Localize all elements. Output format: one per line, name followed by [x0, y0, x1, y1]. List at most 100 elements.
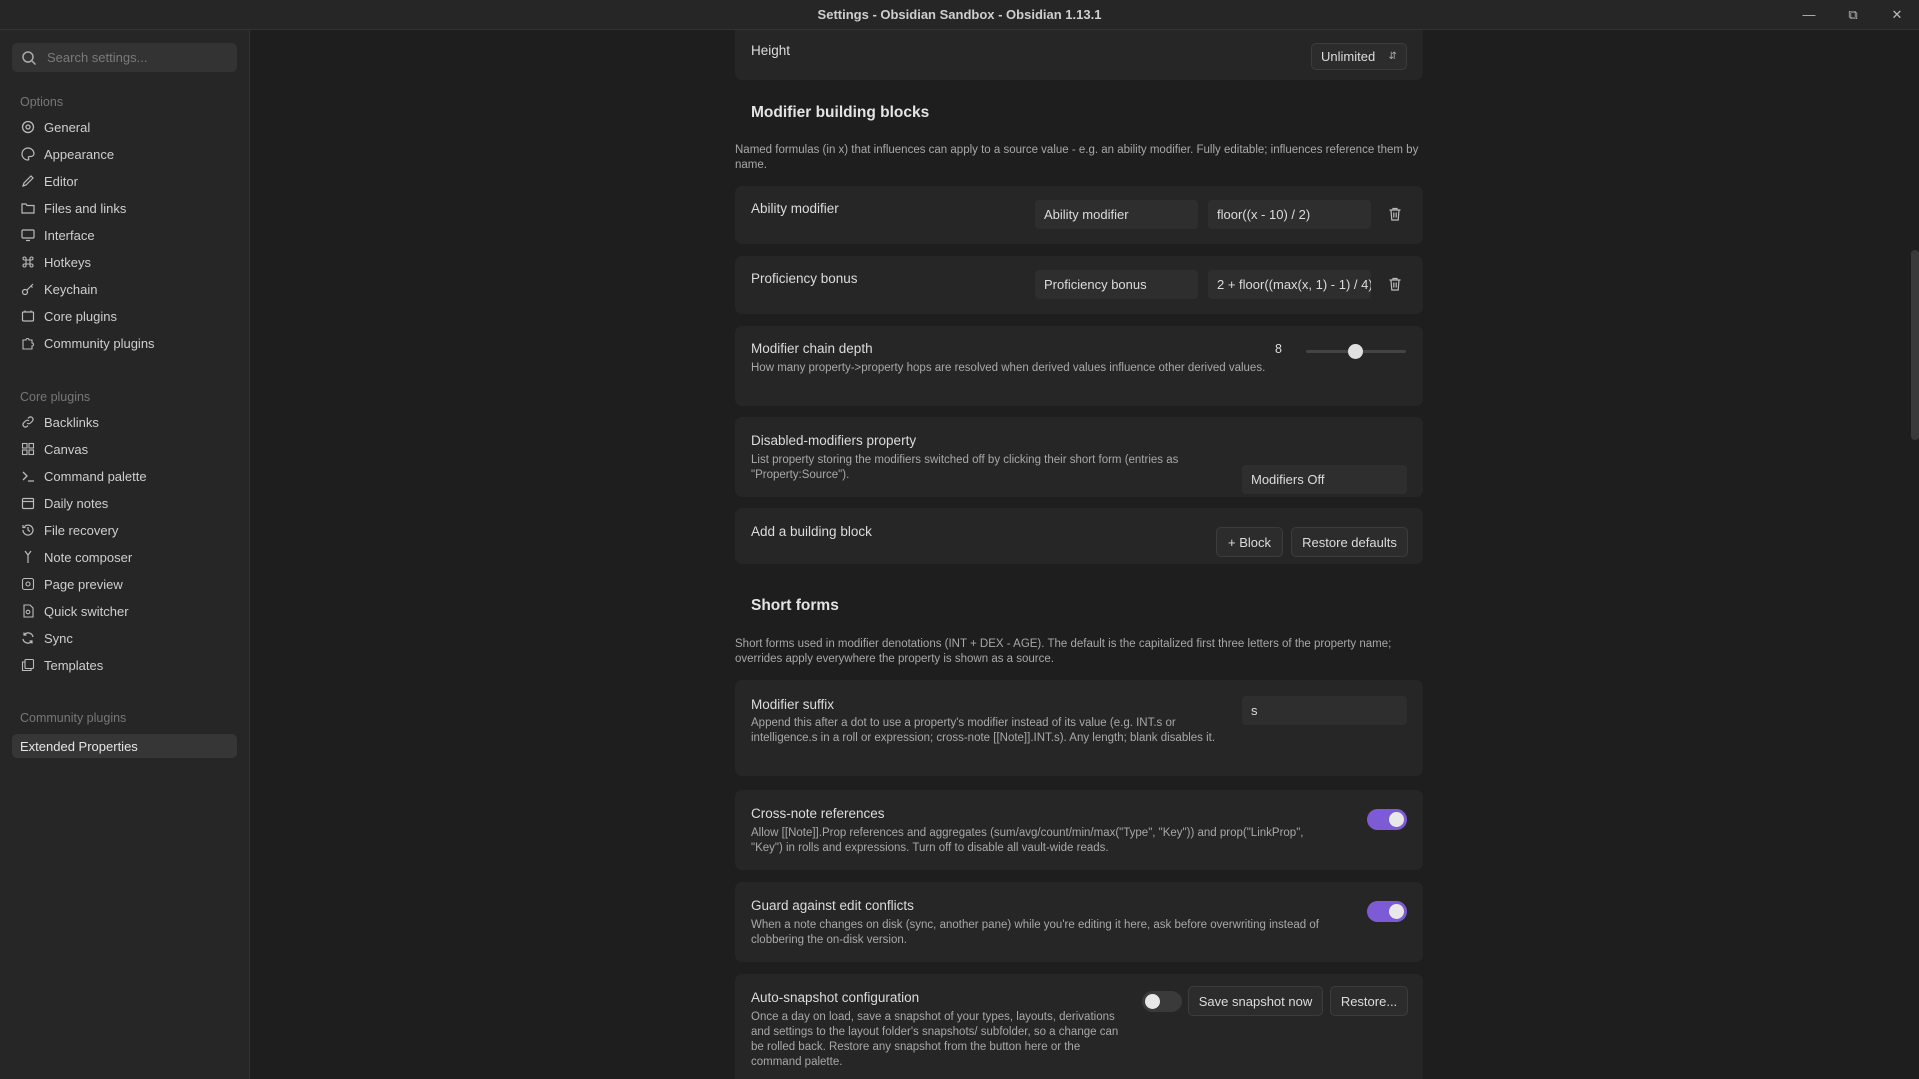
setting-name: Height: [751, 43, 791, 58]
trash-icon[interactable]: [1387, 276, 1403, 292]
sidebar-item-community-plugins[interactable]: Community plugins: [12, 331, 237, 355]
sidebar-item-label: File recovery: [44, 522, 119, 538]
options-group-title: Options: [20, 95, 64, 109]
scrollbar[interactable]: [1911, 250, 1919, 440]
sidebar-item-appearance[interactable]: Appearance: [12, 142, 237, 166]
sidebar-item-page-preview[interactable]: Page preview: [12, 572, 237, 596]
sidebar-item-label: Backlinks: [44, 414, 99, 430]
sidebar-item-note-composer[interactable]: Note composer: [12, 545, 237, 569]
save-snapshot-button[interactable]: Save snapshot now: [1188, 986, 1323, 1016]
sidebar-item-label: Quick switcher: [44, 603, 129, 619]
merge-icon: [20, 549, 36, 565]
slider-handle[interactable]: [1348, 344, 1363, 359]
disabled-modifiers-setting: Disabled-modifiers property List propert…: [735, 417, 1423, 497]
sidebar-item-canvas[interactable]: Canvas: [12, 437, 237, 461]
modifier-suffix-input[interactable]: s: [1242, 696, 1407, 725]
setting-name: Add a building block: [751, 524, 872, 539]
auto-snapshot-setting: Auto-snapshot configuration Once a day o…: [735, 974, 1423, 1079]
cross-note-references-setting: Cross-note references Allow [[Note]].Pro…: [735, 790, 1423, 870]
sidebar-item-editor[interactable]: Editor: [12, 169, 237, 193]
block-formula-input[interactable]: 2 + floor((max(x, 1) - 1) / 4): [1208, 270, 1371, 299]
community-plugins-group-title: Community plugins: [20, 711, 127, 725]
chevron-updown-icon: ⇵: [1388, 51, 1397, 62]
sidebar-item-general[interactable]: General: [12, 115, 237, 139]
sidebar-item-core-plugins[interactable]: Core plugins: [12, 304, 237, 328]
chain-depth-value: 8: [1275, 342, 1282, 356]
height-setting: Height Unlimited ⇵: [735, 30, 1423, 80]
sidebar-item-hotkeys[interactable]: Hotkeys: [12, 250, 237, 274]
sidebar-item-templates[interactable]: Templates: [12, 653, 237, 677]
add-block-button[interactable]: + Block: [1216, 527, 1283, 557]
guard-conflicts-toggle[interactable]: [1367, 901, 1407, 922]
disabled-modifiers-input[interactable]: Modifiers Off: [1242, 465, 1407, 494]
height-dropdown[interactable]: Unlimited ⇵: [1311, 43, 1407, 70]
monitor-icon: [20, 227, 36, 243]
pencil-icon: [20, 173, 36, 189]
plugin-icon: [20, 308, 36, 324]
settings-sidebar: Options General Appearance Editor Files …: [0, 30, 250, 1079]
sidebar-item-label: Sync: [44, 630, 73, 646]
sidebar-item-label: Command palette: [44, 468, 147, 484]
window-title: Settings - Obsidian Sandbox - Obsidian 1…: [817, 7, 1102, 22]
restore-snapshot-button[interactable]: Restore...: [1330, 986, 1408, 1016]
section-title-modifier-blocks: Modifier building blocks: [751, 104, 930, 121]
setting-name: Modifier suffix: [751, 697, 835, 712]
sidebar-item-daily-notes[interactable]: Daily notes: [12, 491, 237, 515]
file-search-icon: [20, 603, 36, 619]
setting-name: Auto-snapshot configuration: [751, 990, 920, 1005]
sidebar-item-label: Hotkeys: [44, 254, 91, 270]
sidebar-item-extended-properties[interactable]: Extended Properties: [12, 734, 237, 758]
folder-link-icon: [20, 200, 36, 216]
history-icon: [20, 522, 36, 538]
add-building-block-setting: Add a building block + Block Restore def…: [735, 508, 1423, 564]
sidebar-item-interface[interactable]: Interface: [12, 223, 237, 247]
sidebar-item-label: Templates: [44, 657, 104, 673]
title-bar: Settings - Obsidian Sandbox - Obsidian 1…: [0, 0, 1919, 30]
settings-content: Height Unlimited ⇵ Modifier building blo…: [250, 30, 1919, 1079]
restore-icon[interactable]: ⧉: [1831, 0, 1875, 29]
search-icon: [22, 50, 37, 65]
setting-description: Allow [[Note]].Prop references and aggre…: [751, 827, 1304, 854]
setting-name: Ability modifier: [751, 201, 839, 216]
sidebar-item-files-and-links[interactable]: Files and links: [12, 196, 237, 220]
block-name-input[interactable]: Proficiency bonus: [1035, 270, 1198, 299]
setting-description: Once a day on load, save a snapshot of y…: [751, 1011, 1119, 1068]
sidebar-item-file-recovery[interactable]: File recovery: [12, 518, 237, 542]
link-icon: [20, 414, 36, 430]
chain-depth-slider[interactable]: [1306, 344, 1406, 359]
gear-icon: [20, 119, 36, 135]
setting-name: Modifier chain depth: [751, 341, 873, 356]
command-icon: [20, 254, 36, 270]
cross-note-toggle[interactable]: [1367, 809, 1407, 830]
setting-name: Disabled-modifiers property: [751, 433, 917, 448]
sidebar-item-label: Core plugins: [44, 308, 117, 324]
sidebar-item-keychain[interactable]: Keychain: [12, 277, 237, 301]
block-name-input[interactable]: Ability modifier: [1035, 200, 1198, 229]
section-title-short-forms: Short forms: [751, 597, 839, 614]
terminal-icon: [20, 468, 36, 484]
sidebar-item-label: Note composer: [44, 549, 133, 565]
close-icon[interactable]: ✕: [1875, 0, 1919, 29]
modifier-block-row: Proficiency bonus Proficiency bonus 2 + …: [735, 256, 1423, 314]
setting-description: How many property->property hops are res…: [751, 362, 1266, 374]
sidebar-item-backlinks[interactable]: Backlinks: [12, 410, 237, 434]
sidebar-item-quick-switcher[interactable]: Quick switcher: [12, 599, 237, 623]
sync-icon: [20, 630, 36, 646]
calendar-icon: [20, 495, 36, 511]
trash-icon[interactable]: [1387, 206, 1403, 222]
setting-name: Proficiency bonus: [751, 271, 858, 286]
auto-snapshot-toggle[interactable]: [1142, 991, 1182, 1012]
sidebar-item-label: Editor: [44, 173, 78, 189]
search-input[interactable]: [45, 49, 229, 66]
setting-description: List property storing the modifiers swit…: [751, 454, 1179, 481]
search-box[interactable]: [12, 43, 237, 72]
sidebar-item-label: Files and links: [44, 200, 127, 216]
block-formula-input[interactable]: floor((x - 10) / 2): [1208, 200, 1371, 229]
minimize-icon[interactable]: —: [1787, 0, 1831, 29]
sidebar-item-sync[interactable]: Sync: [12, 626, 237, 650]
restore-defaults-button[interactable]: Restore defaults: [1291, 527, 1408, 557]
grid-icon: [20, 441, 36, 457]
sidebar-item-command-palette[interactable]: Command palette: [12, 464, 237, 488]
sidebar-item-label: General: [44, 119, 91, 135]
eye-icon: [20, 576, 36, 592]
